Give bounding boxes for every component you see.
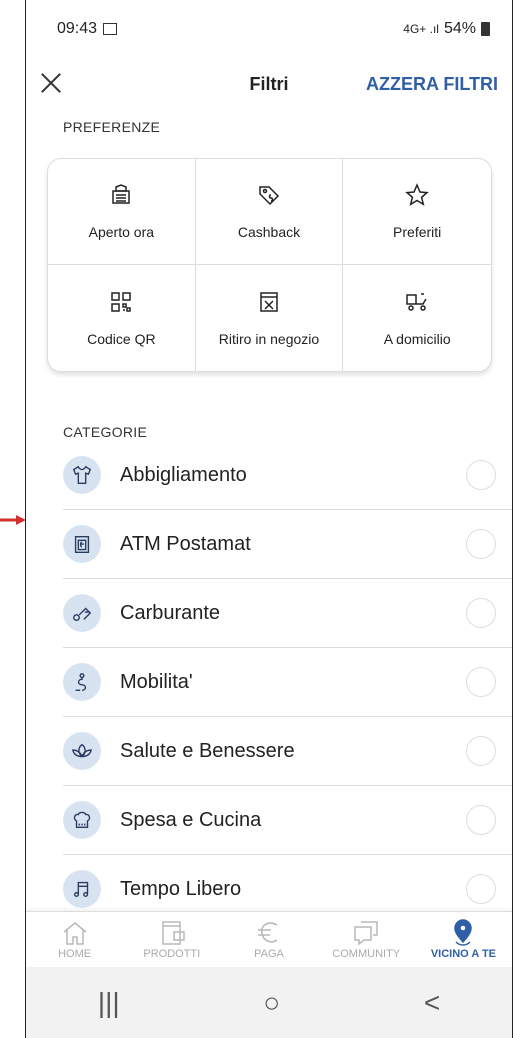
home-button[interactable]: ○ bbox=[263, 987, 280, 1019]
category-label: Carburante bbox=[120, 601, 221, 624]
chef-hat-icon bbox=[63, 801, 101, 839]
category-radio[interactable] bbox=[466, 529, 496, 559]
preference-cashback[interactable]: Cashback bbox=[195, 159, 344, 265]
category-mobilita[interactable]: Mobilita' bbox=[63, 648, 512, 717]
category-radio[interactable] bbox=[466, 460, 496, 490]
nav-home[interactable]: HOME bbox=[26, 912, 123, 968]
route-icon bbox=[63, 663, 101, 701]
star-icon bbox=[405, 183, 429, 206]
android-navigation: ||| ○ < bbox=[26, 967, 512, 1038]
bottom-navigation: HOME PRODOTTI PAGA COMMUNITY VICINO A TE bbox=[26, 911, 512, 968]
nav-label: PRODOTTI bbox=[143, 948, 201, 960]
preference-codice-qr[interactable]: Codice QR bbox=[48, 265, 196, 371]
atm-icon bbox=[63, 525, 101, 563]
category-abbigliamento[interactable]: Abbigliamento bbox=[63, 441, 512, 510]
status-bar: 09:43 4G+ .ıl 54% bbox=[26, 0, 512, 58]
category-atm-postamat[interactable]: ATM Postamat bbox=[63, 510, 512, 579]
category-label: Salute e Benessere bbox=[120, 739, 295, 762]
nav-label: PAGA bbox=[254, 948, 284, 960]
nav-prodotti[interactable]: PRODOTTI bbox=[123, 912, 220, 968]
home-icon bbox=[63, 922, 87, 945]
status-indicators: 4G+ .ıl 54% bbox=[403, 20, 490, 38]
category-label: ATM Postamat bbox=[120, 532, 251, 555]
preference-label: Preferiti bbox=[393, 224, 442, 240]
category-spesa-cucina[interactable]: Spesa e Cucina bbox=[63, 786, 512, 855]
preference-label: Ritiro in negozio bbox=[218, 330, 320, 347]
image-notification-icon bbox=[103, 23, 118, 35]
cashback-tag-icon bbox=[259, 186, 280, 206]
categories-heading: CATEGORIE bbox=[63, 424, 148, 440]
recent-apps-button[interactable]: ||| bbox=[98, 987, 120, 1019]
preference-label: Cashback bbox=[237, 224, 301, 240]
nav-label: HOME bbox=[58, 948, 92, 960]
chat-icon bbox=[354, 921, 378, 946]
annotation-arrow bbox=[0, 515, 26, 525]
preferences-grid: Aperto ora Cashback Preferiti Codice QR … bbox=[47, 158, 492, 372]
store-pickup-icon bbox=[260, 291, 278, 312]
preference-label: Codice QR bbox=[87, 330, 156, 347]
category-label: Spesa e Cucina bbox=[120, 808, 262, 831]
preference-label: A domicilio bbox=[383, 330, 451, 347]
qr-code-icon bbox=[111, 291, 132, 312]
open-store-icon bbox=[112, 184, 131, 204]
phone-screen: 09:43 4G+ .ıl 54% Filtri AZZERA FILTRI PR… bbox=[25, 0, 513, 1038]
nav-vicino-a-te[interactable]: VICINO A TE bbox=[415, 912, 512, 968]
location-pin-icon bbox=[454, 919, 473, 946]
category-label: Tempo Libero bbox=[120, 877, 242, 900]
filters-header: Filtri AZZERA FILTRI bbox=[26, 62, 512, 106]
nav-label: VICINO A TE bbox=[430, 948, 497, 960]
network-indicator: 4G+ .ıl bbox=[403, 22, 439, 36]
delivery-scooter-icon bbox=[406, 292, 427, 311]
category-radio[interactable] bbox=[466, 598, 496, 628]
nav-label: COMMUNITY bbox=[332, 948, 401, 960]
category-carburante[interactable]: Carburante bbox=[63, 579, 512, 648]
category-label: Mobilita' bbox=[120, 670, 193, 693]
reset-filters-button[interactable]: AZZERA FILTRI bbox=[366, 74, 498, 95]
status-time: 09:43 bbox=[57, 20, 118, 38]
preference-domicilio[interactable]: A domicilio bbox=[343, 265, 491, 371]
preference-preferiti[interactable]: Preferiti bbox=[343, 159, 491, 265]
battery-text: 54% bbox=[443, 20, 476, 37]
music-icon bbox=[63, 870, 101, 908]
tshirt-icon bbox=[63, 456, 101, 494]
preferences-heading: PREFERENZE bbox=[63, 119, 161, 135]
preference-aperto-ora[interactable]: Aperto ora bbox=[48, 159, 196, 265]
fuel-icon bbox=[63, 594, 101, 632]
euro-icon bbox=[258, 922, 278, 943]
preference-ritiro-negozio[interactable]: Ritiro in negozio bbox=[196, 265, 344, 371]
wallet-icon bbox=[162, 921, 185, 945]
back-button[interactable]: < bbox=[424, 987, 440, 1019]
nav-paga[interactable]: PAGA bbox=[220, 912, 317, 968]
nav-community[interactable]: COMMUNITY bbox=[318, 912, 415, 968]
clock: 09:43 bbox=[57, 20, 98, 37]
category-radio[interactable] bbox=[466, 805, 496, 835]
category-radio[interactable] bbox=[466, 736, 496, 766]
category-radio[interactable] bbox=[466, 667, 496, 697]
category-salute-benessere[interactable]: Salute e Benessere bbox=[63, 717, 512, 786]
battery-icon bbox=[481, 22, 490, 36]
category-radio[interactable] bbox=[466, 874, 496, 904]
preference-label: Aperto ora bbox=[88, 224, 155, 240]
category-label: Abbigliamento bbox=[120, 463, 247, 486]
lotus-icon bbox=[63, 732, 101, 770]
